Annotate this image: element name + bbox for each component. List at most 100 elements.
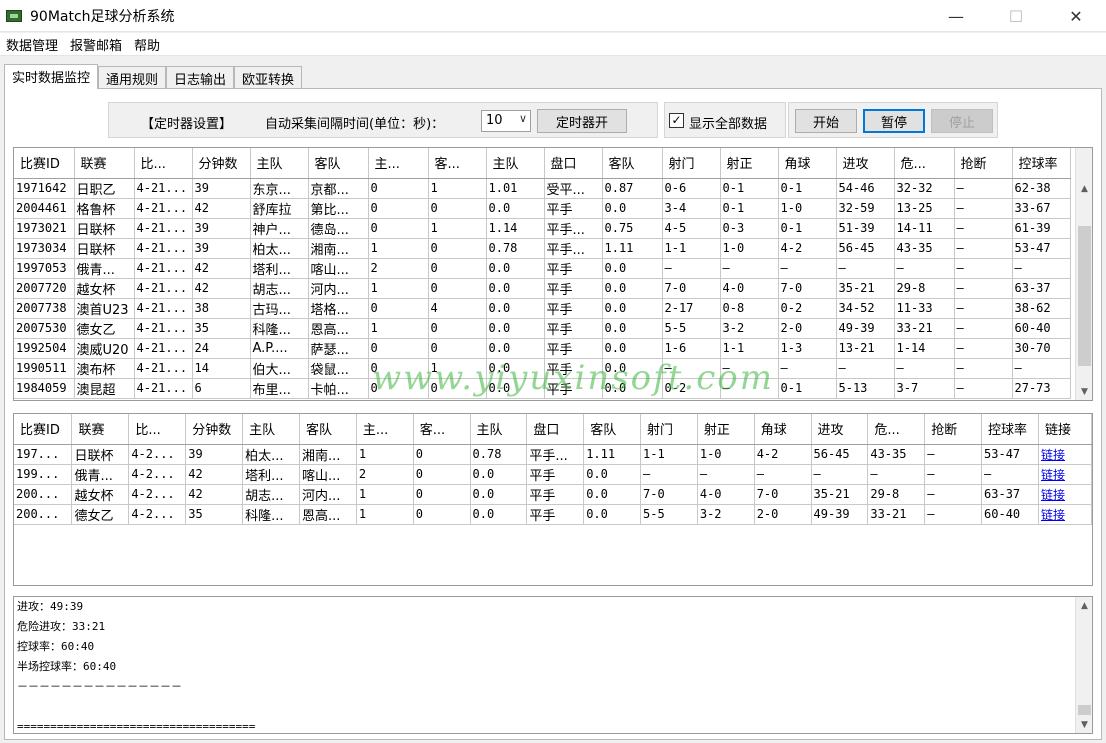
show-all-checkbox[interactable]: ✓ bbox=[669, 113, 684, 128]
alert-data-grid[interactable]: 比赛ID 联赛 比... 分钟数 主队 客队 主... 客... 主队 盘口 客队 射门 射正 角球 进攻危… bbox=[13, 413, 1093, 586]
log-scroll-down-icon[interactable]: ▼ bbox=[1076, 716, 1092, 733]
alert-header-cell[interactable]: 主队 bbox=[242, 414, 301, 445]
table-cell: 0.0 bbox=[602, 338, 663, 359]
match-header-cell[interactable]: 客... bbox=[428, 148, 487, 179]
tab-log-output[interactable]: 日志输出 bbox=[166, 66, 235, 88]
tab-general-rules[interactable]: 通用规则 bbox=[98, 66, 167, 88]
table-cell: – bbox=[720, 258, 779, 279]
alert-header-cell[interactable]: 危... bbox=[867, 414, 926, 445]
table-cell: 0.0 bbox=[486, 378, 545, 399]
alert-header-cell[interactable]: 射正 bbox=[697, 414, 755, 445]
alert-header-cell[interactable]: 比赛ID bbox=[14, 414, 73, 445]
table-cell: 格鲁杯 bbox=[74, 198, 135, 219]
alert-header-cell[interactable]: 联赛 bbox=[71, 414, 130, 445]
alert-header-cell[interactable]: 客队 bbox=[299, 414, 357, 445]
alert-header-cell[interactable]: 控球率 bbox=[981, 414, 1039, 445]
table-row[interactable]: 1973034 日联杯 4-21... 39 柏太... 湘南... 1 0 0.78 平手...… bbox=[14, 238, 1071, 259]
match-header-cell[interactable]: 射门 bbox=[662, 148, 721, 179]
alert-header-cell[interactable]: 角球 bbox=[754, 414, 812, 445]
timer-toggle-button[interactable]: 定时器开 bbox=[537, 109, 627, 133]
table-cell: 澳昆超 bbox=[74, 378, 135, 399]
match-header-cell[interactable]: 分钟数 bbox=[192, 148, 251, 179]
log-scroll-thumb[interactable] bbox=[1078, 705, 1091, 715]
match-header-cell[interactable]: 客队 bbox=[308, 148, 369, 179]
match-header-cell[interactable]: 联赛 bbox=[74, 148, 135, 179]
table-row[interactable]: 200... 德女乙 4-2... 35 科隆... 恩高... 1 0 0.0 平手 0.0 5-5… bbox=[14, 504, 1092, 525]
table-row[interactable]: 2007720 越女杯 4-21... 42 胡志... 河内... 1 0 0.0 平手 0.0 7… bbox=[14, 278, 1071, 299]
alert-header-cell[interactable]: 比... bbox=[128, 414, 187, 445]
tab-odds-conversion[interactable]: 欧亚转换 bbox=[234, 66, 303, 88]
match-link[interactable]: 链接 bbox=[1038, 484, 1092, 505]
table-cell: 0.0 bbox=[470, 504, 528, 525]
alert-header-cell[interactable]: 抢断 bbox=[924, 414, 983, 445]
match-header-cell[interactable]: 主队 bbox=[486, 148, 545, 179]
alert-header-cell[interactable]: 链接 bbox=[1038, 414, 1092, 445]
table-row[interactable]: 2007530 德女乙 4-21... 35 科隆... 恩高... 1 0 0.0 平手 0.0 5… bbox=[14, 318, 1071, 339]
table-cell: 61-39 bbox=[1012, 218, 1071, 239]
alert-header-cell[interactable]: 主... bbox=[356, 414, 414, 445]
match-link[interactable]: 链接 bbox=[1038, 464, 1092, 485]
menu-alert-email[interactable]: 报警邮箱 bbox=[64, 35, 128, 54]
table-row[interactable]: 1992504 澳威U20 4-21... 24 A.P.... 萨瑟... 0 0 0.0 平手… bbox=[14, 338, 1071, 359]
table-row[interactable]: 200... 越女杯 4-2... 42 胡志... 河内... 1 0 0.0 平手 0.0 7-0… bbox=[14, 484, 1092, 505]
table-row[interactable]: 1997053 俄青... 4-21... 42 塔利... 喀山... 2 0 0.0 平手 0.… bbox=[14, 258, 1071, 279]
match-header-cell[interactable]: 盘口 bbox=[544, 148, 603, 179]
table-cell: 3-4 bbox=[662, 198, 721, 219]
start-button[interactable]: 开始 bbox=[795, 109, 857, 133]
match-header-cell[interactable]: 抢断 bbox=[954, 148, 1013, 179]
scroll-down-icon[interactable]: ▼ bbox=[1076, 383, 1092, 400]
alert-header-cell[interactable]: 分钟数 bbox=[185, 414, 244, 445]
match-header-cell[interactable]: 比... bbox=[134, 148, 193, 179]
close-icon[interactable]: ✕ bbox=[1046, 0, 1106, 32]
match-header-cell[interactable]: 角球 bbox=[778, 148, 837, 179]
table-row[interactable]: 2007738 澳首U23 4-21... 38 古玛... 塔格... 0 4 0.0 平手 0.… bbox=[14, 298, 1071, 319]
table-row[interactable]: 199... 俄青... 4-2... 42 塔利... 喀山... 2 0 0.0 平手 0.0–… bbox=[14, 464, 1092, 485]
match-grid-scrollbar[interactable]: ▲ ▼ bbox=[1075, 148, 1092, 400]
match-header-cell[interactable]: 客队 bbox=[602, 148, 663, 179]
interval-select[interactable]: 10 ∨ bbox=[481, 110, 531, 132]
match-header-cell[interactable]: 比赛ID bbox=[14, 148, 75, 179]
scroll-thumb[interactable] bbox=[1078, 226, 1091, 366]
match-header-cell[interactable]: 主... bbox=[368, 148, 429, 179]
match-link[interactable]: 链接 bbox=[1038, 504, 1092, 525]
table-row[interactable]: 1990511 澳布杯 4-21... 14 伯大... 袋鼠... 0 1 0.0 平手 0.0–… bbox=[14, 358, 1071, 379]
table-cell: – bbox=[778, 358, 837, 379]
table-cell: 澳布杯 bbox=[74, 358, 135, 379]
table-cell: – bbox=[836, 258, 895, 279]
alert-header-cell[interactable]: 射门 bbox=[640, 414, 698, 445]
menu-help[interactable]: 帮助 bbox=[128, 35, 166, 54]
match-data-grid[interactable]: 比赛ID 联赛 比... 分钟数 主队 客队 主... 客... 主队 盘口 客队 射门 射正 角球 进攻危… bbox=[13, 147, 1093, 401]
scroll-up-icon[interactable]: ▲ bbox=[1076, 180, 1092, 197]
match-header-cell[interactable]: 危... bbox=[894, 148, 955, 179]
table-cell: 4-21... bbox=[134, 298, 193, 319]
table-cell: 1-1 bbox=[720, 338, 779, 359]
minimize-icon[interactable]: — bbox=[926, 0, 986, 32]
log-scrollbar[interactable]: ▲ ▼ bbox=[1075, 597, 1092, 733]
table-cell: 4-2... bbox=[128, 484, 187, 505]
table-row[interactable]: 1971642 日职乙 4-21... 39 东京... 京都... 0 1 1.01 受平...… bbox=[14, 178, 1071, 199]
table-cell: – bbox=[754, 464, 812, 485]
table-row[interactable]: 197... 日联杯 4-2... 39 柏太... 湘南... 1 0 0.78 平手... 1.… bbox=[14, 444, 1092, 465]
alert-header-cell[interactable]: 客队 bbox=[583, 414, 642, 445]
maximize-icon[interactable]: ☐ bbox=[986, 0, 1046, 32]
table-row[interactable]: 1984059 澳昆超 4-21... 6 布里... 卡帕... 0 0 0.0 平手 0.0 0-… bbox=[14, 378, 1071, 399]
match-header-cell[interactable]: 主队 bbox=[250, 148, 309, 179]
stop-button[interactable]: 停止 bbox=[931, 109, 993, 133]
match-header-cell[interactable]: 射正 bbox=[720, 148, 779, 179]
log-output[interactable]: 进攻：49:39 危险进攻：33:21 控球率：60:40 半场控球率：60:40 －－… bbox=[13, 596, 1093, 734]
pause-button[interactable]: 暂停 bbox=[863, 109, 925, 133]
alert-header-cell[interactable]: 进攻 bbox=[811, 414, 869, 445]
table-cell: 2007530 bbox=[14, 318, 75, 339]
tab-realtime-monitor[interactable]: 实时数据监控 bbox=[4, 64, 99, 89]
match-header-cell[interactable]: 进攻 bbox=[836, 148, 895, 179]
alert-header-cell[interactable]: 盘口 bbox=[526, 414, 585, 445]
table-cell: 0.0 bbox=[486, 358, 545, 379]
table-row[interactable]: 1973021 日联杯 4-21... 39 神户... 德岛... 0 1 1.14 平手...… bbox=[14, 218, 1071, 239]
table-row[interactable]: 2004461 格鲁杯 4-21... 42 舒库拉 第比... 0 0 0.0 平手 0.0 3-4… bbox=[14, 198, 1071, 219]
match-header-cell[interactable]: 控球率 bbox=[1012, 148, 1071, 179]
menu-data-management[interactable]: 数据管理 bbox=[0, 35, 64, 54]
alert-header-cell[interactable]: 客... bbox=[413, 414, 471, 445]
match-link[interactable]: 链接 bbox=[1038, 444, 1092, 465]
log-scroll-up-icon[interactable]: ▲ bbox=[1076, 597, 1092, 614]
alert-header-cell[interactable]: 主队 bbox=[470, 414, 528, 445]
